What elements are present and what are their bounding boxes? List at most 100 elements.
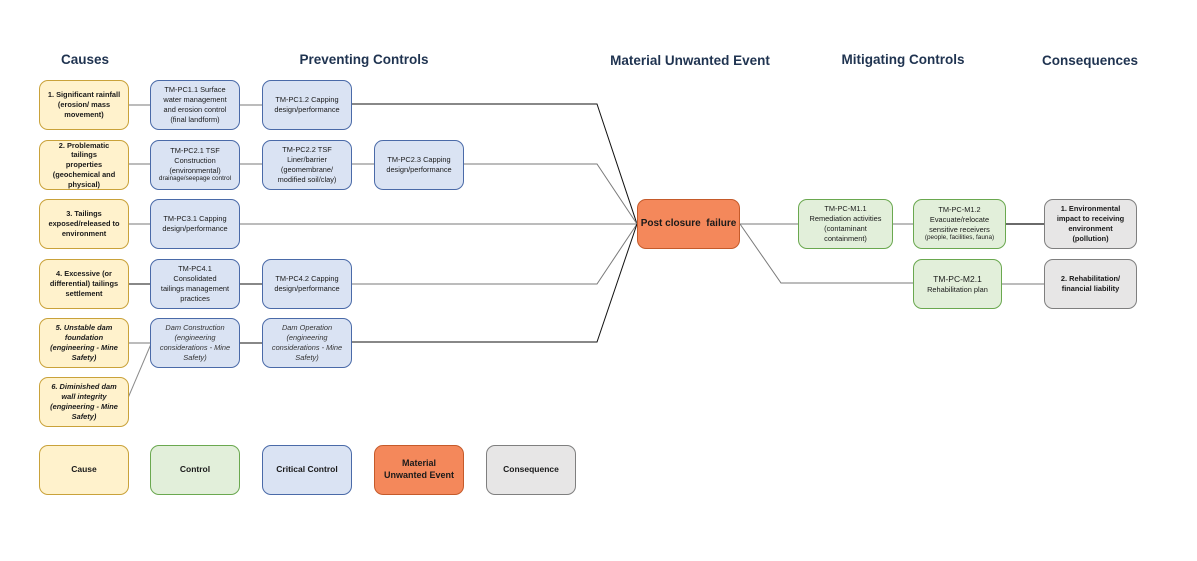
control-tm-pc-m1-1[interactable]: TM-PC-M1.1 Remediation activities (conta…: [798, 199, 893, 249]
connector-line: [127, 343, 152, 399]
cause-text: (erosion/ mass: [57, 100, 111, 110]
control-text: practices: [180, 293, 210, 303]
control-tm-pc1-2[interactable]: TM-PC1.2 Capping design/performance: [262, 80, 352, 130]
cause-text: foundation: [64, 333, 104, 343]
consequence-1[interactable]: 1. Environmental impact to receiving env…: [1044, 199, 1137, 249]
mue-label: Post closure failure: [640, 218, 737, 230]
consequence-text: environment (pollution): [1068, 224, 1113, 243]
cause-text: physical): [67, 179, 101, 189]
control-dam-operation[interactable]: Dam Operation (engineering consideration…: [262, 318, 352, 368]
cause-text: 6. Diminished dam: [51, 382, 117, 392]
cause-text: (geochemical and: [52, 169, 116, 179]
cause-text: 4. Excessive (or: [56, 269, 112, 279]
control-text: TM-PC4.2 Capping: [275, 274, 339, 284]
legend-label: Control: [179, 464, 211, 475]
control-text: TM-PC3.1 Capping: [163, 214, 227, 224]
control-tm-pc-m2-1[interactable]: TM-PC-M2.1 Rehabilitation plan: [913, 259, 1002, 309]
legend-critical-control: Critical Control: [262, 445, 352, 495]
control-text: (final landform): [170, 114, 220, 124]
control-text: TM-PC-M1.1: [824, 204, 867, 214]
cause-3[interactable]: 3. Tailings exposed/released to environm…: [39, 199, 129, 249]
legend-label: Material: [401, 458, 436, 469]
cause-text: Safety): [71, 352, 97, 362]
legend-material-unwanted-event: Material Unwanted Event: [374, 445, 464, 495]
control-note: (people, facilities, fauna): [924, 234, 995, 242]
control-text: Rehabilitation plan: [927, 284, 988, 294]
cause-text: 2. Problematic tailings: [58, 140, 110, 160]
consequence-text: 1. Environmental: [1060, 204, 1121, 214]
control-text: (contaminant: [824, 224, 867, 233]
cause-text: wall integrity: [61, 392, 107, 402]
control-text: TM-PC2.1 TSF: [170, 146, 220, 156]
control-text: Construction: [174, 155, 216, 165]
cause-text: 5. Unstable dam: [55, 323, 113, 333]
control-text: Safety): [183, 352, 207, 362]
bowtie-diagram: Causes Preventing Controls Material Unwa…: [0, 0, 1197, 561]
cause-text: properties: [65, 160, 103, 170]
control-text: design/performance: [274, 284, 340, 293]
control-text: Remediation activities: [809, 214, 882, 224]
control-text: Safety): [295, 352, 319, 362]
cause-text: differential) tailings: [49, 279, 119, 289]
legend-label: Critical Control: [276, 464, 338, 475]
control-text: considerations - Mine: [271, 343, 343, 352]
cause-6[interactable]: 6. Diminished dam wall integrity (engine…: [39, 377, 129, 427]
control-note: drainage/seepage control: [158, 175, 232, 183]
consequence-text: impact to receiving: [1056, 214, 1125, 224]
legend-control: Control: [150, 445, 240, 495]
cause-2[interactable]: 2. Problematic tailings properties (geoc…: [39, 140, 129, 190]
control-tm-pc2-3[interactable]: TM-PC2.3 Capping design/performance: [374, 140, 464, 190]
control-text: TM-PC1.1 Surface: [164, 85, 226, 95]
control-text: TM-PC-M2.1: [933, 273, 982, 284]
control-text: tailings management: [160, 284, 230, 293]
cause-text: movement): [64, 109, 104, 119]
header-material-unwanted-event: Material Unwanted Event: [610, 53, 770, 68]
control-text: Evacuate/relocate: [929, 214, 990, 224]
legend-label: Consequence: [503, 464, 559, 475]
control-text: modified soil/clay): [277, 174, 337, 184]
control-tm-pc2-1[interactable]: TM-PC2.1 TSF Construction (environmental…: [150, 140, 240, 190]
connector-line: [352, 223, 638, 285]
cause-text: settlement: [65, 288, 103, 298]
control-text: (engineering: [174, 333, 216, 343]
control-tm-pc4-1[interactable]: TM-PC4.1 Consolidated tailings managemen…: [150, 259, 240, 309]
control-tm-pc-m1-2[interactable]: TM-PC-M1.2 Evacuate/relocate sensitive r…: [913, 199, 1006, 249]
control-text: (engineering: [286, 333, 328, 343]
control-text: TM-PC2.2 TSF: [282, 145, 332, 155]
control-text: containment): [824, 233, 867, 243]
material-unwanted-event[interactable]: Post closure failure: [637, 199, 740, 249]
control-text: and erosion control: [163, 105, 227, 114]
control-tm-pc1-1[interactable]: TM-PC1.1 Surface water management and er…: [150, 80, 240, 130]
header-mitigating-controls: Mitigating Controls: [841, 52, 965, 67]
control-text: TM-PC4.1 Consolidated: [173, 264, 217, 284]
header-causes: Causes: [60, 52, 110, 67]
connector-line: [352, 223, 638, 343]
control-text: TM-PC1.2 Capping: [275, 95, 339, 105]
cause-5[interactable]: 5. Unstable dam foundation (engineering …: [39, 318, 129, 368]
control-tm-pc4-2[interactable]: TM-PC4.2 Capping design/performance: [262, 259, 352, 309]
cause-text: 3. Tailings: [66, 209, 102, 219]
control-text: design/performance: [386, 165, 452, 174]
control-text: water management: [163, 95, 227, 105]
cause-text: Safety): [71, 411, 97, 421]
cause-1[interactable]: 1. Significant rainfall (erosion/ mass m…: [39, 80, 129, 130]
consequence-2[interactable]: 2. Rehabilitation/ financial liability: [1044, 259, 1137, 309]
control-text: Liner/barrier: [287, 155, 327, 165]
control-text: design/performance: [274, 105, 340, 114]
consequence-text: financial liability: [1061, 284, 1120, 293]
cause-text: (engineering - Mine: [50, 343, 118, 352]
consequence-text: 2. Rehabilitation/: [1060, 274, 1121, 284]
control-text: (environmental): [169, 165, 221, 175]
control-dam-construction[interactable]: Dam Construction (engineering considerat…: [150, 318, 240, 368]
cause-text: environment: [61, 228, 107, 238]
control-text: Dam Operation: [281, 323, 333, 333]
header-preventing-controls: Preventing Controls: [299, 52, 429, 67]
control-text: TM-PC-M1.2: [938, 205, 981, 215]
control-text: (geomembrane/: [280, 165, 334, 174]
control-tm-pc2-2[interactable]: TM-PC2.2 TSF Liner/barrier (geomembrane/…: [262, 140, 352, 190]
control-text: sensitive receivers: [929, 224, 990, 234]
cause-4[interactable]: 4. Excessive (or differential) tailings …: [39, 259, 129, 309]
control-tm-pc3-1[interactable]: TM-PC3.1 Capping design/performance: [150, 199, 240, 249]
legend-consequence: Consequence: [486, 445, 576, 495]
cause-text: exposed/released to: [48, 219, 120, 229]
